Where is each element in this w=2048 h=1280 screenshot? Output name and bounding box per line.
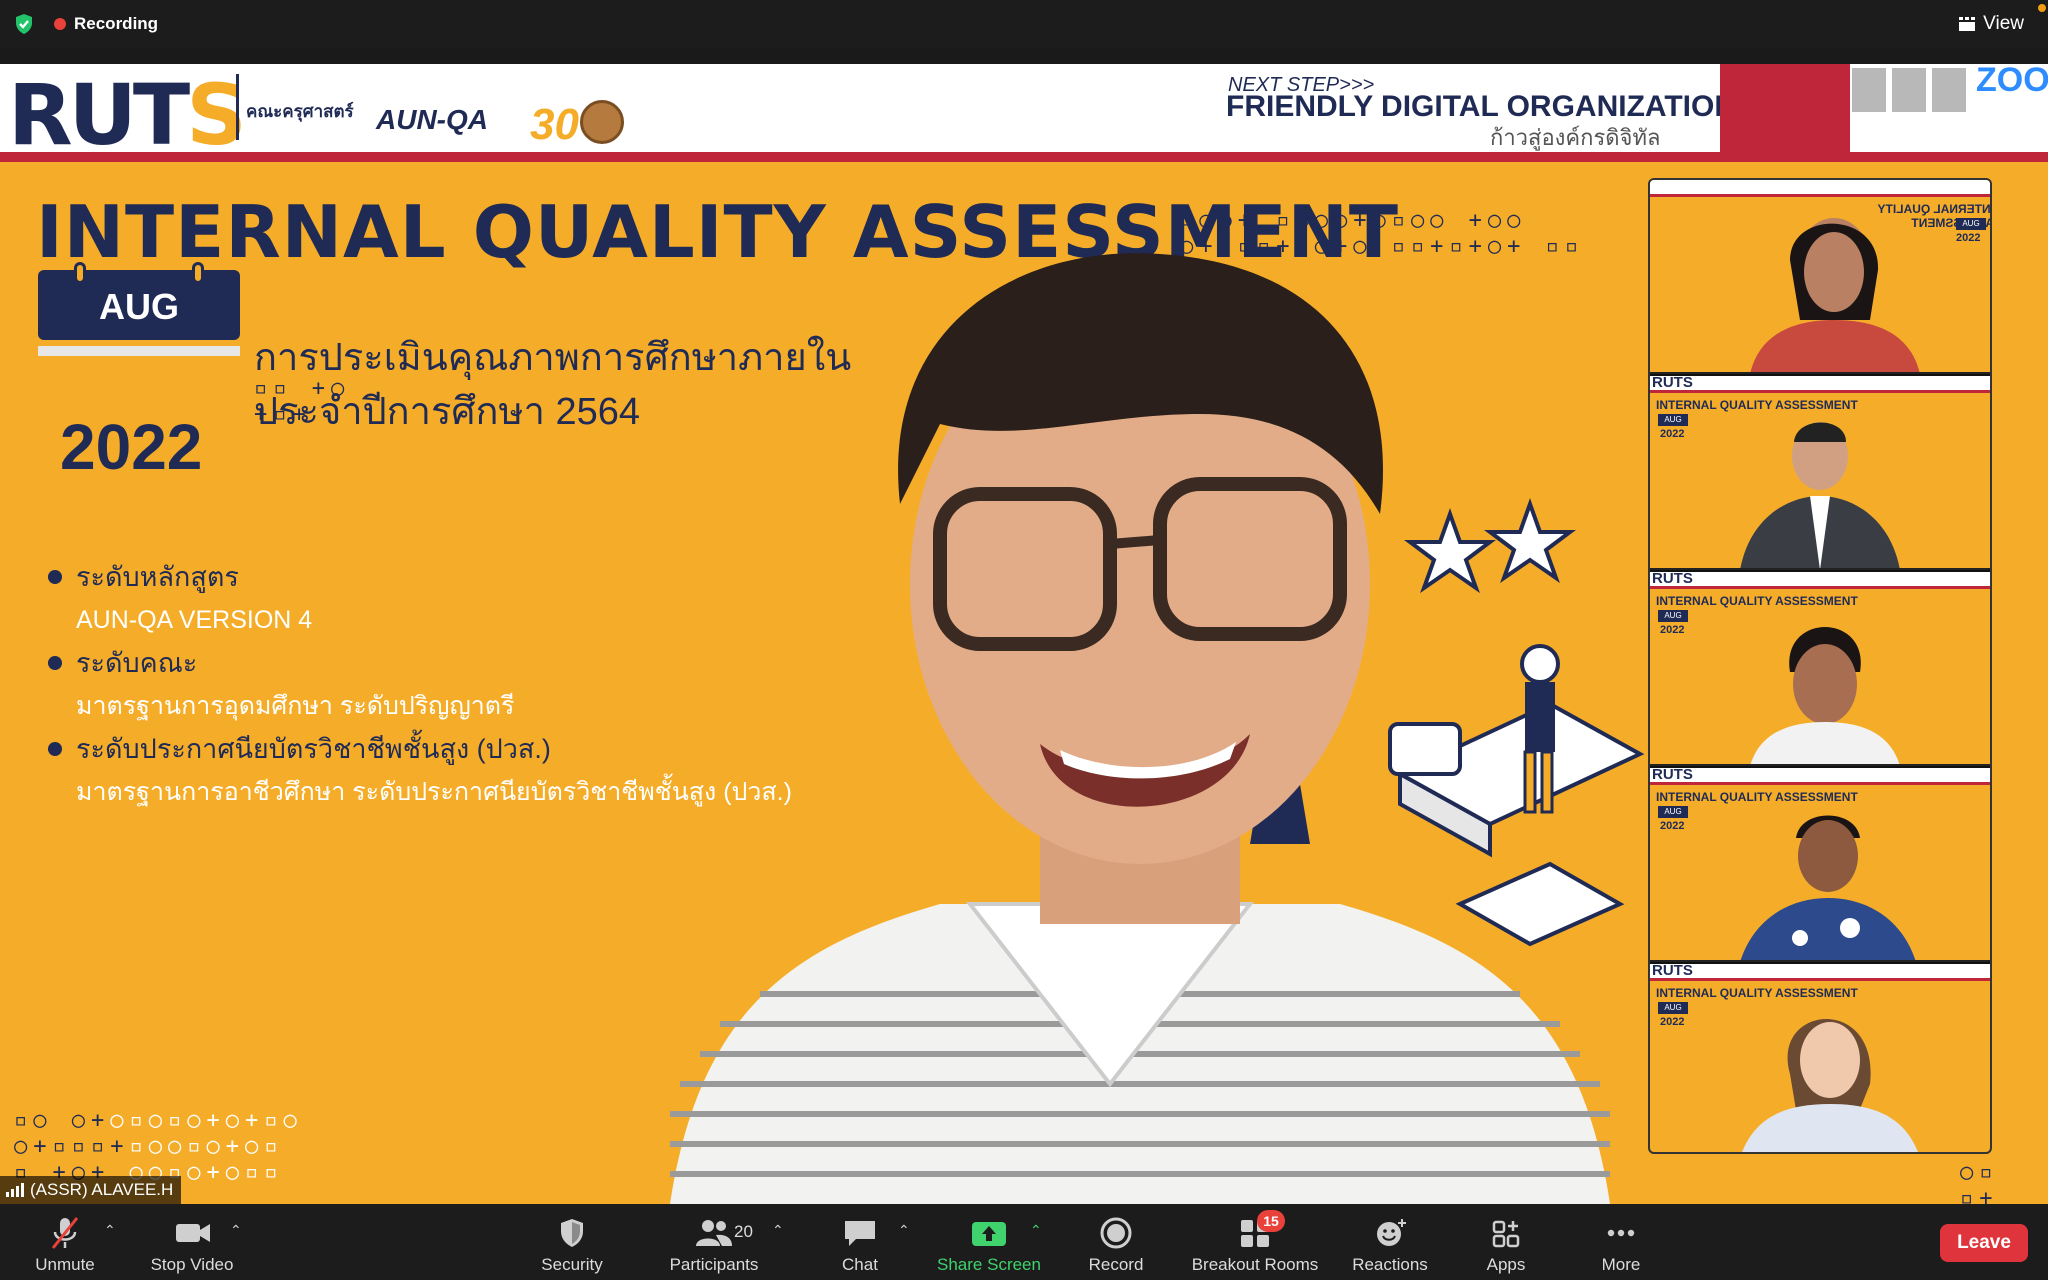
chat-label: Chat	[842, 1255, 878, 1274]
participant-video-feed	[1740, 422, 1900, 568]
university-emblem	[580, 100, 624, 144]
notification-dot	[2038, 4, 2046, 12]
reactions-button[interactable]: Reactions	[1350, 1210, 1430, 1276]
header-grey-block	[1932, 68, 1966, 112]
decor-pattern: ▫○ ○+○▫○▫○+○+▫○ ○+▫▫▫+▫○○▫○+○▫ ▫ +○+ ○○▫○+…	[14, 1108, 303, 1185]
apps-label: Apps	[1486, 1255, 1526, 1274]
unmute-label: Unmute	[35, 1255, 95, 1274]
share-screen-label: Share Screen	[937, 1255, 1041, 1274]
faculty-name: คณะครุศาสตร์	[246, 102, 354, 121]
participants-options-caret-icon[interactable]: ⌃	[772, 1222, 786, 1238]
security-shield-icon	[552, 1216, 592, 1250]
security-label: Security	[541, 1255, 603, 1274]
chat-bubble-icon	[840, 1216, 880, 1250]
apps-button[interactable]: Apps	[1480, 1210, 1532, 1276]
participants-button[interactable]: 20 Participants	[664, 1210, 764, 1276]
reactions-smiley-icon	[1370, 1216, 1410, 1250]
stop-video-button[interactable]: Stop Video	[144, 1210, 240, 1276]
ruts-logo: RUTS	[8, 66, 247, 164]
participant-video-feed	[1750, 627, 1900, 764]
share-screen-button[interactable]: Share Screen	[934, 1210, 1044, 1276]
recording-label: Recording	[74, 14, 159, 33]
calendar-month: AUG	[38, 270, 240, 340]
participant-tile[interactable]: RUTS INTERNAL QUALITY ASSESSMENT AUG 202…	[1650, 572, 1990, 766]
aunqa-logo: AUN-QA	[376, 104, 488, 135]
apps-icon	[1486, 1216, 1526, 1250]
breakout-rooms-label: Breakout Rooms	[1191, 1255, 1319, 1274]
breakout-rooms-badge: 15	[1257, 1210, 1285, 1232]
microphone-muted-icon	[45, 1216, 85, 1250]
decor-pattern: ▫▫ +○ +▫+	[254, 376, 351, 427]
calendar-ring	[192, 262, 204, 284]
slide-year: 2022	[60, 411, 203, 483]
calendar-ring	[74, 262, 86, 284]
logo-divider	[236, 74, 239, 140]
participant-video-feed	[1742, 1019, 1918, 1152]
reactions-label: Reactions	[1352, 1255, 1428, 1274]
gallery-strip[interactable]: INTERNAL QUALITY ASSESSMENT AUG 2022 RUT…	[1648, 178, 1992, 1154]
audio-options-caret-icon[interactable]: ⌃	[104, 1222, 118, 1238]
chat-button[interactable]: Chat	[832, 1210, 888, 1276]
view-label: View	[1983, 13, 2024, 34]
header-grey-block	[1892, 68, 1926, 112]
more-label: More	[1601, 1255, 1641, 1274]
active-speaker-video[interactable]: RUTS คณะครุศาสตร์ AUN-QA 30 NEXT STEP>>>…	[0, 64, 2048, 1204]
participants-icon: 20	[694, 1216, 753, 1250]
view-button[interactable]: View	[1949, 10, 2034, 38]
participants-count: 20	[734, 1222, 753, 1241]
more-dots-icon	[1601, 1216, 1641, 1250]
record-icon	[1096, 1216, 1136, 1250]
calendar-base	[38, 346, 240, 356]
header-grey-block	[1852, 68, 1886, 112]
breakout-rooms-button[interactable]: 15 Breakout Rooms	[1186, 1210, 1324, 1276]
zoom-online-logo: ZOOM	[1976, 64, 2048, 99]
slide-header-stripe	[0, 152, 2048, 162]
chat-options-caret-icon[interactable]: ⌃	[898, 1222, 912, 1238]
participant-tile[interactable]: INTERNAL QUALITY ASSESSMENT AUG 2022	[1650, 180, 1990, 374]
participants-label: Participants	[669, 1255, 759, 1274]
participant-tile[interactable]: RUTS INTERNAL QUALITY ASSESSMENT AUG 202…	[1650, 376, 1990, 570]
more-button[interactable]: More	[1594, 1210, 1648, 1276]
participant-tile[interactable]: RUTS INTERNAL QUALITY ASSESSMENT AUG 202…	[1650, 964, 1990, 1152]
record-label: Record	[1088, 1255, 1144, 1274]
participant-video-feed	[1740, 815, 1916, 960]
recording-dot-icon	[54, 18, 66, 30]
participant-video-feed	[1750, 218, 1920, 372]
meeting-top-bar: Recording View	[0, 0, 2048, 48]
anniversary-logo: 30	[530, 100, 579, 149]
unmute-button[interactable]: Unmute	[24, 1210, 106, 1276]
grid-view-icon	[1959, 17, 1976, 31]
record-button[interactable]: Record	[1082, 1210, 1150, 1276]
share-options-caret-icon[interactable]: ⌃	[1030, 1222, 1044, 1238]
stop-video-label: Stop Video	[150, 1255, 234, 1274]
video-camera-icon	[172, 1216, 212, 1250]
header-red-block	[1720, 64, 1850, 152]
speaker-name: (ASSR) ALAVEE.H	[30, 1180, 174, 1199]
leave-button[interactable]: Leave	[1940, 1224, 2028, 1262]
meeting-controls-toolbar: Unmute ⌃ Stop Video ⌃ Security 20 Partic…	[0, 1204, 2048, 1280]
friendly-digital-text: FRIENDLY DIGITAL ORGANIZATION	[1226, 90, 1737, 123]
calendar-graphic: AUG	[38, 262, 240, 374]
signal-strength-icon	[6, 1183, 24, 1197]
video-options-caret-icon[interactable]: ⌃	[230, 1222, 244, 1238]
recording-indicator[interactable]: Recording	[54, 13, 158, 35]
speaker-video-feed	[670, 253, 1610, 1204]
speaker-name-tag: (ASSR) ALAVEE.H	[0, 1176, 182, 1204]
security-button[interactable]: Security	[536, 1210, 608, 1276]
participant-tile[interactable]: RUTS INTERNAL QUALITY ASSESSMENT AUG 202…	[1650, 768, 1990, 962]
breakout-rooms-icon: 15	[1235, 1210, 1285, 1250]
friendly-digital-subtext: ก้าวสู่องค์กรดิจิทัล	[1490, 125, 1661, 150]
share-screen-icon	[969, 1216, 1009, 1250]
encryption-shield-icon[interactable]	[12, 12, 36, 36]
